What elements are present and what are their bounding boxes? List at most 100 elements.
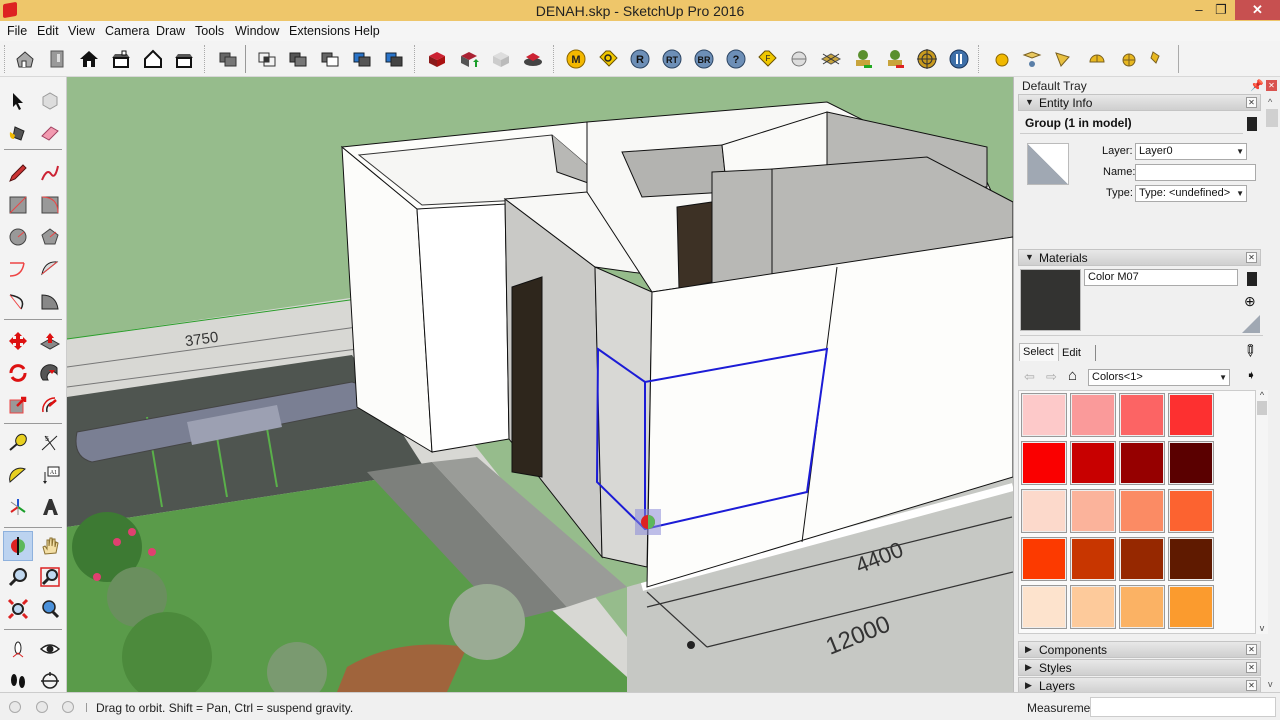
pan-tool-button[interactable] xyxy=(36,532,64,560)
sphere-plugin-button[interactable] xyxy=(787,47,811,71)
tray-scroll-up-button[interactable]: ^ xyxy=(1268,97,1272,107)
maximize-button[interactable]: ❐ xyxy=(1206,0,1236,20)
select-tool-button[interactable] xyxy=(4,87,32,115)
entity-info-close-button[interactable]: ✕ xyxy=(1246,97,1257,108)
menu-file[interactable]: File xyxy=(7,24,27,38)
tag-light-button[interactable] xyxy=(1146,47,1170,71)
entity-material-swatch[interactable] xyxy=(1027,143,1069,185)
target-button[interactable] xyxy=(915,47,939,71)
entity-info-panel-header[interactable]: ▼ Entity Info ✕ xyxy=(1018,94,1261,111)
push-pull-tool-button[interactable] xyxy=(36,327,64,355)
tray-scrollbar-thumb[interactable] xyxy=(1266,109,1278,127)
material-swatch[interactable] xyxy=(1021,441,1067,485)
tag-f-plugin-button[interactable]: F xyxy=(755,47,779,71)
materials-panel-header[interactable]: ▼ Materials ✕ xyxy=(1018,249,1261,266)
tag-plugin-button[interactable] xyxy=(596,47,620,71)
move-tool-button[interactable] xyxy=(4,327,32,355)
material-swatch[interactable] xyxy=(1070,537,1116,581)
freehand-tool-button[interactable] xyxy=(36,159,64,187)
materials-close-button[interactable]: ✕ xyxy=(1246,252,1257,263)
material-swatch[interactable] xyxy=(1021,585,1067,629)
circle-tool-button[interactable] xyxy=(4,223,32,251)
material-name-input[interactable]: Color M07 xyxy=(1084,269,1238,286)
section-plane-tool-button[interactable] xyxy=(36,667,64,695)
pin-icon[interactable]: 📌 xyxy=(1250,79,1264,92)
m-plugin-button[interactable]: M xyxy=(564,47,588,71)
menu-window[interactable]: Window xyxy=(235,24,279,38)
pencil-tool-button[interactable] xyxy=(4,159,32,187)
zoom-extents-tool-button[interactable] xyxy=(4,595,32,623)
material-swatch[interactable] xyxy=(1021,489,1067,533)
material-swatch[interactable] xyxy=(1021,537,1067,581)
material-swatch[interactable] xyxy=(1119,489,1165,533)
type-select[interactable]: Type: <undefined> ▼ xyxy=(1135,185,1247,202)
top-view-button[interactable] xyxy=(77,47,101,71)
material-swatch[interactable] xyxy=(1168,441,1214,485)
toolbar-grip[interactable] xyxy=(4,45,5,73)
zoom-window-tool-button[interactable] xyxy=(36,563,64,591)
previous-view-tool-button[interactable] xyxy=(36,595,64,623)
material-swatch[interactable] xyxy=(1119,585,1165,629)
forward-button[interactable]: ⇨ xyxy=(1046,369,1057,385)
toggle-details-icon[interactable] xyxy=(1247,117,1257,131)
2point-arc-tool-button[interactable] xyxy=(36,255,64,283)
material-swatch[interactable] xyxy=(1168,393,1214,437)
text-tool-button[interactable]: A1 xyxy=(36,461,64,489)
iso-view-button[interactable] xyxy=(13,47,37,71)
tree-remove-button[interactable] xyxy=(883,47,907,71)
material-swatch[interactable] xyxy=(1070,441,1116,485)
model-viewport[interactable]: 3750 4400 12000 xyxy=(67,77,1013,692)
scrollbar-thumb[interactable] xyxy=(1257,401,1267,415)
measurements-input[interactable] xyxy=(1090,697,1276,717)
zoom-tool-button[interactable] xyxy=(4,563,32,591)
swatch-scrollbar[interactable]: ^ v xyxy=(1256,390,1268,634)
3d-text-tool-button[interactable] xyxy=(36,493,64,521)
credits-icon[interactable] xyxy=(36,701,48,713)
paint-bucket-tool-button[interactable] xyxy=(4,119,32,147)
tree-add-button[interactable] xyxy=(851,47,875,71)
tray-scroll-down-button[interactable]: v xyxy=(1268,679,1273,689)
follow-me-tool-button[interactable] xyxy=(36,359,64,387)
pie-tool-button[interactable] xyxy=(36,287,64,315)
sample-paint-eyedropper-icon[interactable]: ✎ xyxy=(1238,339,1262,363)
hidden-line-button[interactable] xyxy=(286,47,310,71)
back-view-button[interactable] xyxy=(141,47,165,71)
br-plugin-button[interactable]: BR xyxy=(692,47,716,71)
component-tool-button[interactable] xyxy=(36,87,64,115)
scroll-up-icon[interactable]: ^ xyxy=(1256,390,1268,400)
layer-select[interactable]: Layer0 ▼ xyxy=(1135,143,1247,160)
spot-light-button[interactable] xyxy=(1020,47,1044,71)
geo-location-icon[interactable] xyxy=(9,701,21,713)
look-around-tool-button[interactable] xyxy=(36,635,64,663)
rectangle-tool-button[interactable] xyxy=(4,191,32,219)
shaded-textures-button[interactable] xyxy=(350,47,374,71)
tab-select[interactable]: Select xyxy=(1019,343,1059,361)
share-model-button[interactable] xyxy=(457,47,481,71)
material-swatch[interactable] xyxy=(1119,537,1165,581)
help-plugin-button[interactable]: ? xyxy=(724,47,748,71)
default-material-icon[interactable] xyxy=(1242,315,1260,333)
material-swatch[interactable] xyxy=(1070,585,1116,629)
details-arrow-icon[interactable]: ➧ xyxy=(1246,368,1256,382)
name-input[interactable] xyxy=(1135,164,1256,181)
menu-extensions[interactable]: Extensions xyxy=(289,24,350,38)
menu-view[interactable]: View xyxy=(68,24,95,38)
extension-warehouse-button[interactable] xyxy=(521,47,545,71)
orbit-tool-button[interactable] xyxy=(3,531,33,561)
protractor-tool-button[interactable] xyxy=(4,461,32,489)
xray-button[interactable] xyxy=(216,47,240,71)
material-swatch[interactable] xyxy=(1119,393,1165,437)
sign-in-icon[interactable] xyxy=(62,701,74,713)
arc-tool-button[interactable] xyxy=(4,255,32,283)
components-close-button[interactable]: ✕ xyxy=(1246,644,1257,655)
create-material-icon[interactable]: ⊕ xyxy=(1244,293,1256,310)
material-swatch[interactable] xyxy=(1070,393,1116,437)
back-button[interactable]: ⇦ xyxy=(1024,369,1035,385)
3point-arc-tool-button[interactable] xyxy=(4,287,32,315)
close-button[interactable]: ✕ xyxy=(1235,0,1280,20)
r-plugin-button[interactable]: R xyxy=(628,47,652,71)
omni-light-button[interactable] xyxy=(990,47,1014,71)
menu-camera[interactable]: Camera xyxy=(105,24,149,38)
scroll-down-icon[interactable]: v xyxy=(1256,623,1268,633)
material-swatch[interactable] xyxy=(1119,441,1165,485)
